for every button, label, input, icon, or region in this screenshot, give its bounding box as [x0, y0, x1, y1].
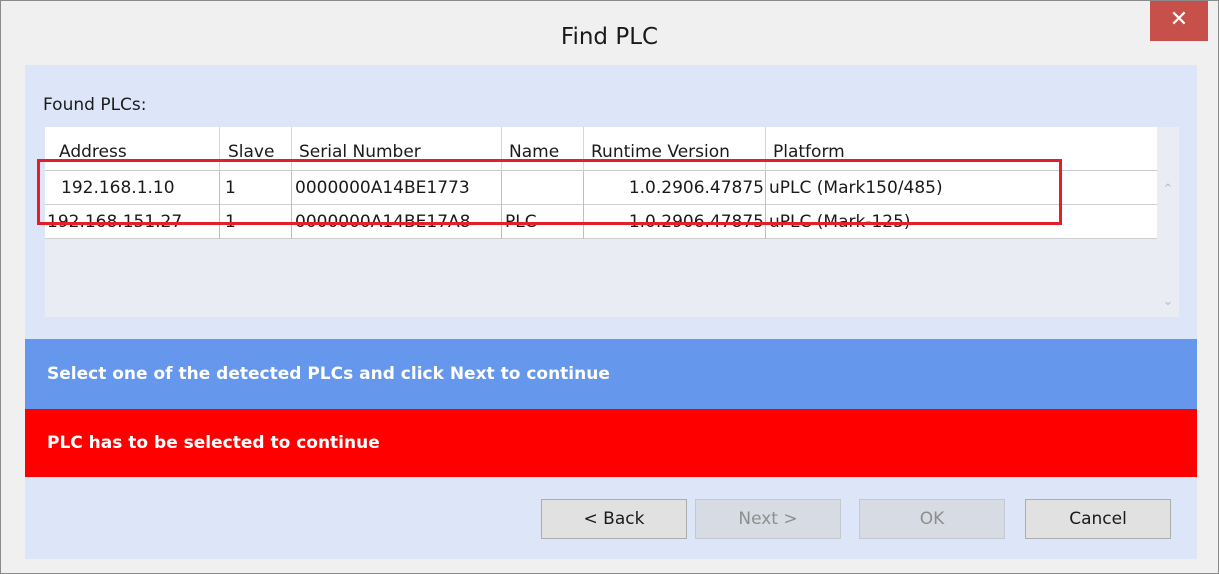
column-header-address[interactable]: Address	[59, 137, 209, 171]
table-row[interactable]: 192.168.151.27 1 0000000A14BE17A8 PLC 1.…	[45, 205, 1157, 239]
column-header-platform[interactable]: Platform	[773, 137, 973, 171]
info-bar: Select one of the detected PLCs and clic…	[25, 339, 1197, 409]
column-header-name[interactable]: Name	[509, 137, 589, 171]
cell-serial-number: 0000000A14BE17A8	[295, 212, 471, 232]
cell-runtime-version: 1.0.2906.47875	[628, 212, 764, 232]
window-title: Find PLC	[560, 24, 659, 50]
close-button[interactable]: ✕	[1150, 1, 1208, 41]
vertical-scrollbar[interactable]: ⌃ ⌄	[1157, 171, 1179, 317]
scroll-down-icon[interactable]: ⌄	[1157, 291, 1179, 313]
cell-serial-number: 0000000A14BE1773	[295, 178, 470, 198]
error-bar: PLC has to be selected to continue	[25, 409, 1197, 477]
cell-name: PLC	[505, 212, 537, 232]
cell-platform: uPLC (Mark-125)	[769, 212, 911, 232]
column-header-runtime-version[interactable]: Runtime Version	[591, 137, 771, 171]
find-plc-dialog: Find PLC ✕ Found PLCs: Address Slave Ser…	[0, 0, 1219, 574]
cell-slave: 1	[225, 178, 236, 198]
close-icon: ✕	[1169, 7, 1189, 32]
cell-slave: 1	[225, 212, 236, 232]
cell-platform: uPLC (Mark150/485)	[769, 178, 943, 198]
back-button[interactable]: < Back	[541, 499, 687, 539]
info-message: Select one of the detected PLCs and clic…	[47, 364, 610, 384]
cell-name	[505, 171, 581, 205]
found-plcs-label: Found PLCs:	[43, 95, 147, 115]
ok-button[interactable]: OK	[859, 499, 1005, 539]
grid-header: Address Slave Serial Number Name Runtime…	[45, 127, 1157, 171]
column-header-serial-number[interactable]: Serial Number	[299, 137, 499, 171]
cell-runtime-version: 1.0.2906.47875	[628, 178, 764, 198]
table-row[interactable]: 192.168.1.10 1 0000000A14BE1773 1.0.2906…	[45, 171, 1157, 205]
scroll-up-icon[interactable]: ⌃	[1157, 179, 1179, 201]
column-header-slave[interactable]: Slave	[228, 137, 288, 171]
dialog-content: Found PLCs: Address Slave Serial Number …	[25, 65, 1197, 559]
plc-grid[interactable]: Address Slave Serial Number Name Runtime…	[45, 127, 1179, 317]
cell-address: 192.168.151.27	[47, 212, 183, 232]
error-message: PLC has to be selected to continue	[47, 433, 380, 453]
cancel-button[interactable]: Cancel	[1025, 499, 1171, 539]
next-button[interactable]: Next >	[695, 499, 841, 539]
cell-address: 192.168.1.10	[61, 178, 175, 198]
title-bar: Find PLC ✕	[1, 1, 1218, 65]
